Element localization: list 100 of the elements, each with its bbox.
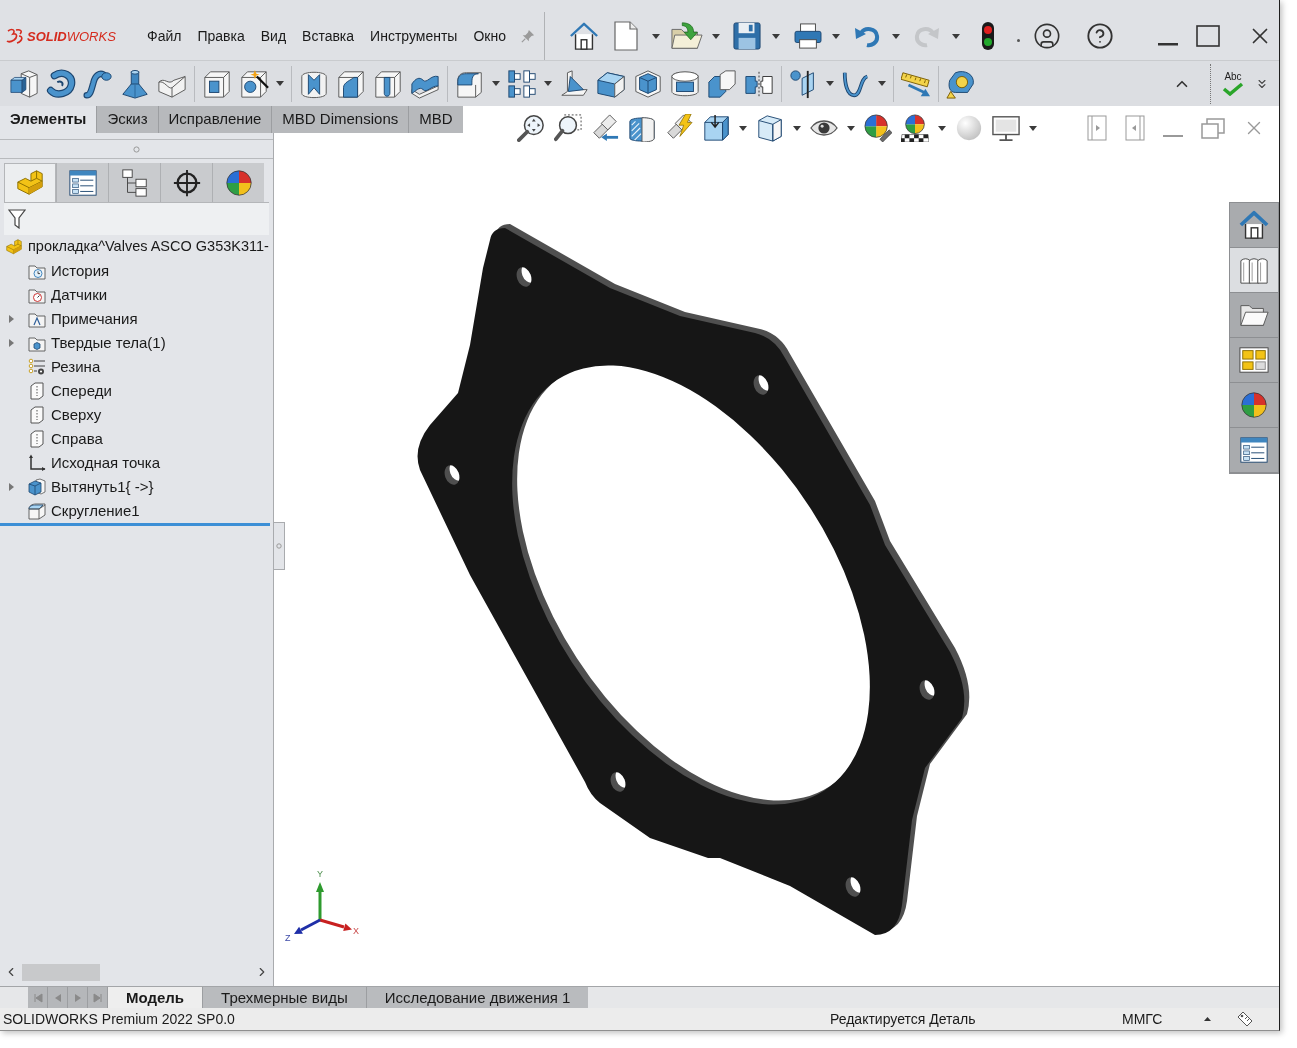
caret-down-icon[interactable] xyxy=(891,33,900,39)
command-tab[interactable]: MBD Dimensions xyxy=(271,106,409,133)
zoom-fit-icon[interactable] xyxy=(516,114,545,142)
tree-item[interactable]: Скругление1 xyxy=(51,499,140,523)
pattern-icon[interactable] xyxy=(507,68,537,99)
cube-arrow-icon[interactable] xyxy=(701,114,730,142)
arch-block-icon[interactable] xyxy=(336,68,366,99)
document-icon[interactable] xyxy=(613,21,638,51)
zoom-area-icon[interactable] xyxy=(553,114,582,142)
caret-down-icon[interactable] xyxy=(492,81,500,86)
tree-item[interactable]: прокладка^Valves ASCO G353K311- xyxy=(28,236,269,258)
command-tab[interactable]: Эскиз xyxy=(96,106,158,133)
caret-down-icon[interactable] xyxy=(937,125,946,131)
caret-down-icon[interactable] xyxy=(276,81,284,86)
binoculars-lightning-icon[interactable] xyxy=(664,114,693,142)
tree-item[interactable]: Спереди xyxy=(51,379,112,403)
panel-tab[interactable] xyxy=(56,163,108,202)
plane-icon xyxy=(28,382,46,400)
tree-item[interactable]: Резина xyxy=(51,355,101,379)
tape-measure-icon[interactable] xyxy=(946,68,976,99)
tag-icon[interactable] xyxy=(1237,1011,1253,1027)
menu-item[interactable]: Инструменты xyxy=(370,25,458,47)
monitor-icon[interactable] xyxy=(991,114,1020,142)
command-tab[interactable]: Элементы xyxy=(0,106,97,133)
user-icon[interactable] xyxy=(1032,22,1061,50)
menu-item[interactable]: Вставка xyxy=(302,25,355,47)
folder-gauge-icon xyxy=(28,286,46,304)
funnel-icon[interactable] xyxy=(120,68,150,99)
square-hole-block-icon[interactable] xyxy=(202,68,232,99)
scrollbar-thumb[interactable] xyxy=(22,963,100,981)
curl-icon[interactable] xyxy=(46,68,76,99)
maximize-icon[interactable] xyxy=(1195,25,1220,47)
caret-down-icon[interactable] xyxy=(878,81,886,86)
caret-down-icon[interactable] xyxy=(826,81,834,86)
menu-item[interactable]: Файл xyxy=(147,25,182,47)
sphere-checker-icon[interactable] xyxy=(900,114,929,142)
tree-item[interactable]: Датчики xyxy=(51,283,108,307)
status-text: Редактируется Деталь xyxy=(830,1010,976,1027)
cylinder-icon[interactable] xyxy=(670,68,700,99)
sphere-pencil-icon[interactable] xyxy=(863,114,892,142)
help-icon[interactable] xyxy=(1085,22,1114,50)
folder-clock-icon xyxy=(28,262,46,280)
caret-down-icon[interactable] xyxy=(951,33,960,39)
caret-down-icon[interactable] xyxy=(771,33,780,39)
sheet-tab[interactable]: Модель xyxy=(108,987,203,1008)
check-icon[interactable] xyxy=(1222,81,1244,96)
caret-down-icon[interactable] xyxy=(1028,125,1037,131)
traffic-light-icon[interactable] xyxy=(980,21,995,51)
y-axis-arrow xyxy=(316,882,324,920)
filter-field[interactable] xyxy=(4,203,269,235)
units-button[interactable]: ММГС xyxy=(1122,1010,1163,1027)
logo-icon xyxy=(6,28,24,44)
tree-item[interactable]: Твердые тела(1) xyxy=(51,331,166,355)
tree-item[interactable]: Исходная точка xyxy=(51,451,161,475)
dot-icon xyxy=(1016,38,1020,42)
tree-item[interactable]: Сверху xyxy=(51,403,102,427)
binoculars-arrow-icon[interactable] xyxy=(590,114,619,142)
caret-down-icon[interactable] xyxy=(846,125,855,131)
panel-tab[interactable] xyxy=(108,163,160,202)
caret-down-icon[interactable] xyxy=(651,33,660,39)
tree-item[interactable]: Вытянуть1{ ->} xyxy=(51,475,154,499)
sheet-tab[interactable]: Трехмерные виды xyxy=(202,987,366,1008)
command-tab[interactable]: Исправление xyxy=(157,106,272,133)
caret-down-icon[interactable] xyxy=(544,81,552,86)
collapse-handle[interactable] xyxy=(273,522,285,570)
shaded-cube-icon[interactable] xyxy=(755,114,784,142)
sheet-tab[interactable]: Исследование движения 1 xyxy=(365,987,589,1008)
caret-down-icon[interactable] xyxy=(831,33,840,39)
caret-down-icon[interactable] xyxy=(711,33,720,39)
panel-tab[interactable] xyxy=(160,163,212,202)
intersect-icon[interactable] xyxy=(707,68,737,99)
expand-arrow-icon[interactable] xyxy=(9,315,14,323)
menu-item[interactable]: Правка xyxy=(197,25,245,47)
menu-item[interactable]: Окно xyxy=(473,25,506,47)
tree-item[interactable]: История xyxy=(51,259,110,283)
tree-item[interactable]: Справа xyxy=(51,427,103,451)
plane-icon xyxy=(28,406,46,424)
command-tab[interactable]: MBD xyxy=(408,106,463,133)
caret-down-icon[interactable] xyxy=(792,125,801,131)
spell-check-button[interactable]: Abc xyxy=(1222,71,1244,96)
box-icon[interactable] xyxy=(9,68,39,99)
home-icon[interactable] xyxy=(568,21,599,51)
home-icon xyxy=(1239,210,1269,240)
slot-block-icon[interactable] xyxy=(373,68,403,99)
open-cube-icon[interactable] xyxy=(633,68,663,99)
l-block-icon xyxy=(15,168,45,198)
wand-block-icon[interactable] xyxy=(239,68,269,99)
undo-icon[interactable] xyxy=(853,24,880,48)
expand-arrow-icon[interactable] xyxy=(9,339,14,347)
caret-down-icon[interactable] xyxy=(738,125,747,131)
printer-icon[interactable] xyxy=(793,23,822,49)
menu-item[interactable]: Вид xyxy=(260,25,287,47)
folder-icon xyxy=(28,310,46,328)
section-view-icon[interactable] xyxy=(627,114,656,142)
bracket-rib-icon[interactable] xyxy=(559,68,589,99)
s-curve-icon[interactable] xyxy=(83,68,113,99)
expand-arrow-icon[interactable] xyxy=(9,483,14,491)
tree-item[interactable]: Примечания xyxy=(51,307,138,331)
caret-up-icon[interactable] xyxy=(1204,1017,1211,1021)
folder-arrow-icon[interactable] xyxy=(670,21,703,51)
